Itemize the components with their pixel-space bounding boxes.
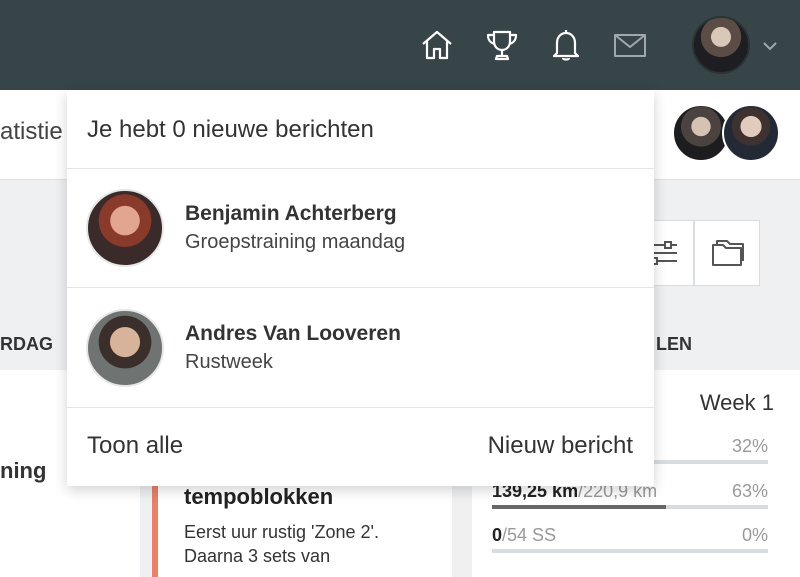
user-avatar[interactable]: [692, 16, 750, 74]
folder-button[interactable]: [694, 220, 760, 286]
sender-avatar: [86, 189, 164, 267]
sender-avatar: [86, 309, 164, 387]
message-subject: Groepstraining maandag: [185, 231, 406, 253]
chevron-down-icon[interactable]: [760, 36, 780, 56]
new-messages-count-text: Je hebt 0 nieuwe berichten: [87, 116, 374, 143]
bell-icon[interactable]: [547, 26, 585, 64]
workout-card[interactable]: tempoblokken Eerst uur rustig 'Zone 2'. …: [152, 470, 452, 577]
messages-dropdown-footer: Toon alle Nieuw bericht: [67, 408, 654, 486]
group-member-avatar[interactable]: [722, 104, 780, 162]
home-icon[interactable]: [418, 26, 456, 64]
column-header-day: RDAG: [0, 334, 53, 354]
week-stat-row: 0/54 SS 0%: [492, 525, 768, 557]
stat-percentage: 0%: [741, 525, 768, 545]
workout-title: tempoblokken: [184, 484, 334, 509]
messages-dropdown-header: Je hebt 0 nieuwe berichten: [67, 90, 654, 169]
trophy-icon[interactable]: [483, 26, 521, 64]
stat-percentage: 32%: [731, 436, 768, 456]
workout-description: Eerst uur rustig 'Zone 2'. Daarna 3 sets…: [184, 522, 379, 566]
folder-icon: [712, 240, 744, 266]
message-subject: Rustweek: [185, 351, 273, 373]
sender-name: Benjamin Achterberg: [185, 202, 397, 225]
stat-progress-bar: [492, 505, 768, 509]
week-label: Week 1: [699, 390, 774, 415]
messages-dropdown: Je hebt 0 nieuwe berichten Benjamin Acht…: [67, 90, 654, 486]
sender-name: Andres Van Looveren: [185, 322, 401, 345]
page-title: atistie: [0, 118, 63, 145]
message-item[interactable]: Andres Van Looveren Rustweek: [67, 289, 654, 408]
stat-progress-fill: [492, 505, 666, 509]
message-item[interactable]: Benjamin Achterberg Groepstraining maand…: [67, 169, 654, 288]
envelope-icon[interactable]: [611, 26, 649, 64]
column-header-totals: LEN: [656, 334, 692, 354]
new-message-link[interactable]: Nieuw bericht: [488, 432, 633, 460]
stat-text: 0/54 SS: [492, 525, 557, 545]
day-panel-label: ning: [0, 458, 47, 483]
stat-percentage: 63%: [731, 481, 768, 501]
top-navigation-bar: [0, 0, 800, 90]
show-all-link[interactable]: Toon alle: [87, 432, 183, 460]
stat-progress-bar: [492, 549, 768, 553]
